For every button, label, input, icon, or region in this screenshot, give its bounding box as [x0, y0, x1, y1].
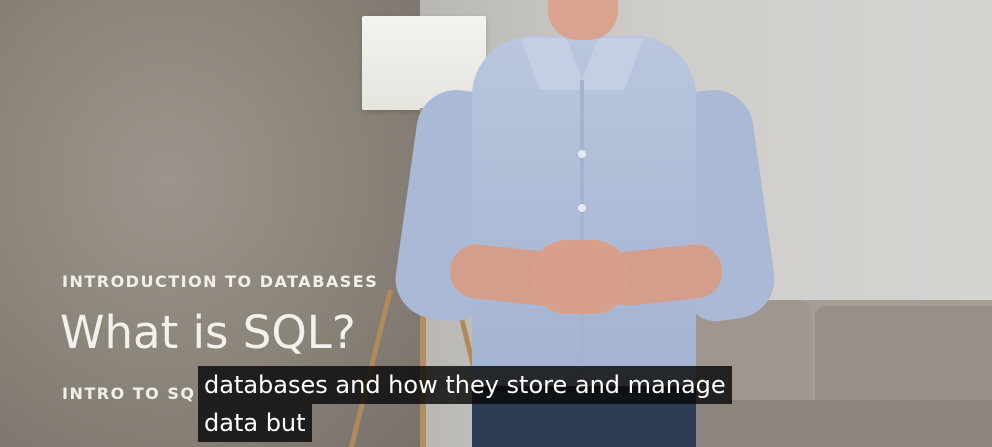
closed-captions: databases and how they store and manage … [198, 366, 732, 442]
video-frame[interactable]: INTRODUCTION TO DATABASES What is SQL? I… [0, 0, 992, 447]
overlay-subtitle: INTRO TO SQ [62, 384, 196, 403]
overlay-title: What is SQL? [60, 306, 356, 359]
shirt-placket [580, 80, 584, 380]
shirt-button [578, 150, 586, 158]
caption-line: data but [198, 404, 312, 442]
overlay-kicker: INTRODUCTION TO DATABASES [62, 272, 379, 291]
presenter-hands [530, 240, 630, 314]
presenter-neck [548, 0, 618, 40]
shirt-button [578, 204, 586, 212]
caption-line: databases and how they store and manage [198, 366, 732, 404]
